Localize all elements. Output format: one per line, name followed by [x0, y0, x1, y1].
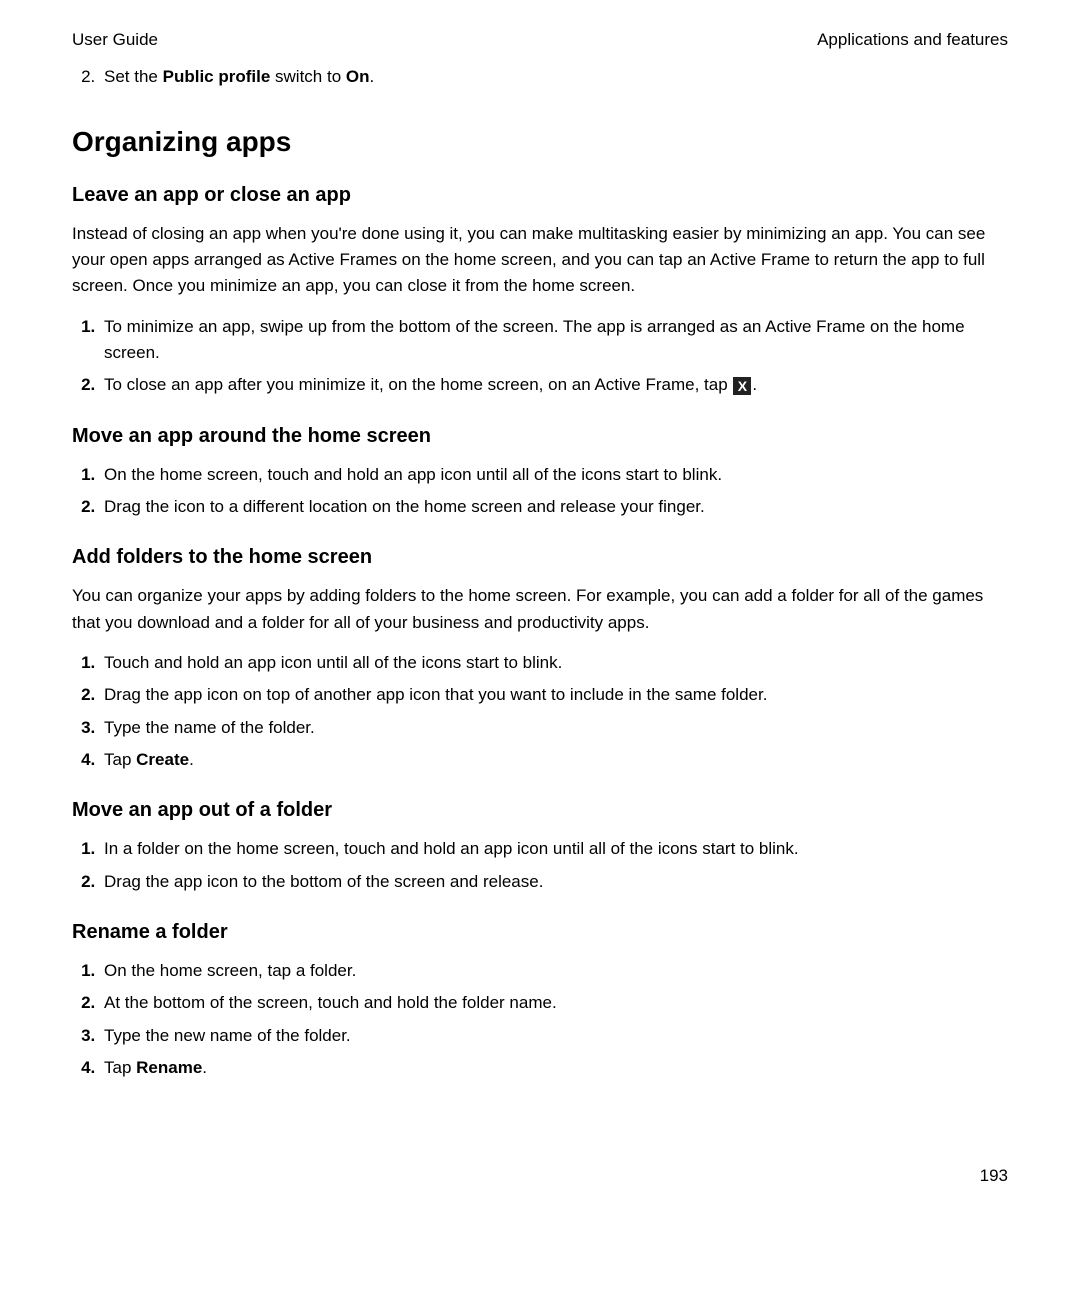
- heading-move-out-folder: Move an app out of a folder: [72, 799, 1008, 822]
- page-number: 193: [980, 1166, 1008, 1186]
- steps-move-app: On the home screen, touch and hold an ap…: [72, 462, 1008, 521]
- intro-text-pre: Set the: [104, 67, 163, 86]
- rename-step-3: Type the new name of the folder.: [100, 1023, 1008, 1049]
- page: User Guide Applications and features Set…: [0, 0, 1080, 1296]
- leave-app-step-2: To close an app after you minimize it, o…: [100, 372, 1008, 398]
- steps-move-out-folder: In a folder on the home screen, touch an…: [72, 836, 1008, 895]
- heading-leave-app: Leave an app or close an app: [72, 184, 1008, 207]
- rename-step-4: Tap Rename.: [100, 1055, 1008, 1081]
- heading-organizing-apps: Organizing apps: [72, 126, 1008, 158]
- heading-move-app: Move an app around the home screen: [72, 425, 1008, 448]
- close-icon: X: [733, 377, 751, 395]
- move-out-step-2: Drag the app icon to the bottom of the s…: [100, 869, 1008, 895]
- rename-step-4-post: .: [202, 1058, 207, 1077]
- move-out-step-1: In a folder on the home screen, touch an…: [100, 836, 1008, 862]
- intro-text-post: .: [370, 67, 375, 86]
- add-folders-step-4: Tap Create.: [100, 747, 1008, 773]
- leave-app-step-1: To minimize an app, swipe up from the bo…: [100, 314, 1008, 367]
- heading-add-folders: Add folders to the home screen: [72, 546, 1008, 569]
- add-folders-step-1: Touch and hold an app icon until all of …: [100, 650, 1008, 676]
- rename-step-1: On the home screen, tap a folder.: [100, 958, 1008, 984]
- add-folders-step-4-bold: Create: [136, 750, 189, 769]
- add-folders-step-4-post: .: [189, 750, 194, 769]
- para-leave-app: Instead of closing an app when you're do…: [72, 221, 1008, 300]
- rename-step-2: At the bottom of the screen, touch and h…: [100, 990, 1008, 1016]
- add-folders-step-3: Type the name of the folder.: [100, 715, 1008, 741]
- intro-bold-2: On: [346, 67, 370, 86]
- add-folders-step-2: Drag the app icon on top of another app …: [100, 682, 1008, 708]
- move-app-step-2: Drag the icon to a different location on…: [100, 494, 1008, 520]
- para-add-folders: You can organize your apps by adding fol…: [72, 583, 1008, 636]
- steps-add-folders: Touch and hold an app icon until all of …: [72, 650, 1008, 773]
- add-folders-step-4-pre: Tap: [104, 750, 136, 769]
- leave-app-step-2-post: .: [752, 375, 757, 394]
- steps-rename-folder: On the home screen, tap a folder. At the…: [72, 958, 1008, 1081]
- intro-continued-list: Set the Public profile switch to On.: [72, 64, 1008, 90]
- page-header: User Guide Applications and features: [72, 30, 1008, 50]
- rename-step-4-bold: Rename: [136, 1058, 202, 1077]
- leave-app-step-2-pre: To close an app after you minimize it, o…: [104, 375, 732, 394]
- header-left: User Guide: [72, 30, 158, 50]
- move-app-step-1: On the home screen, touch and hold an ap…: [100, 462, 1008, 488]
- intro-step-2: Set the Public profile switch to On.: [100, 64, 1008, 90]
- steps-leave-app: To minimize an app, swipe up from the bo…: [72, 314, 1008, 399]
- intro-text-mid: switch to: [270, 67, 346, 86]
- header-right: Applications and features: [817, 30, 1008, 50]
- heading-rename-folder: Rename a folder: [72, 921, 1008, 944]
- rename-step-4-pre: Tap: [104, 1058, 136, 1077]
- intro-bold-1: Public profile: [163, 67, 271, 86]
